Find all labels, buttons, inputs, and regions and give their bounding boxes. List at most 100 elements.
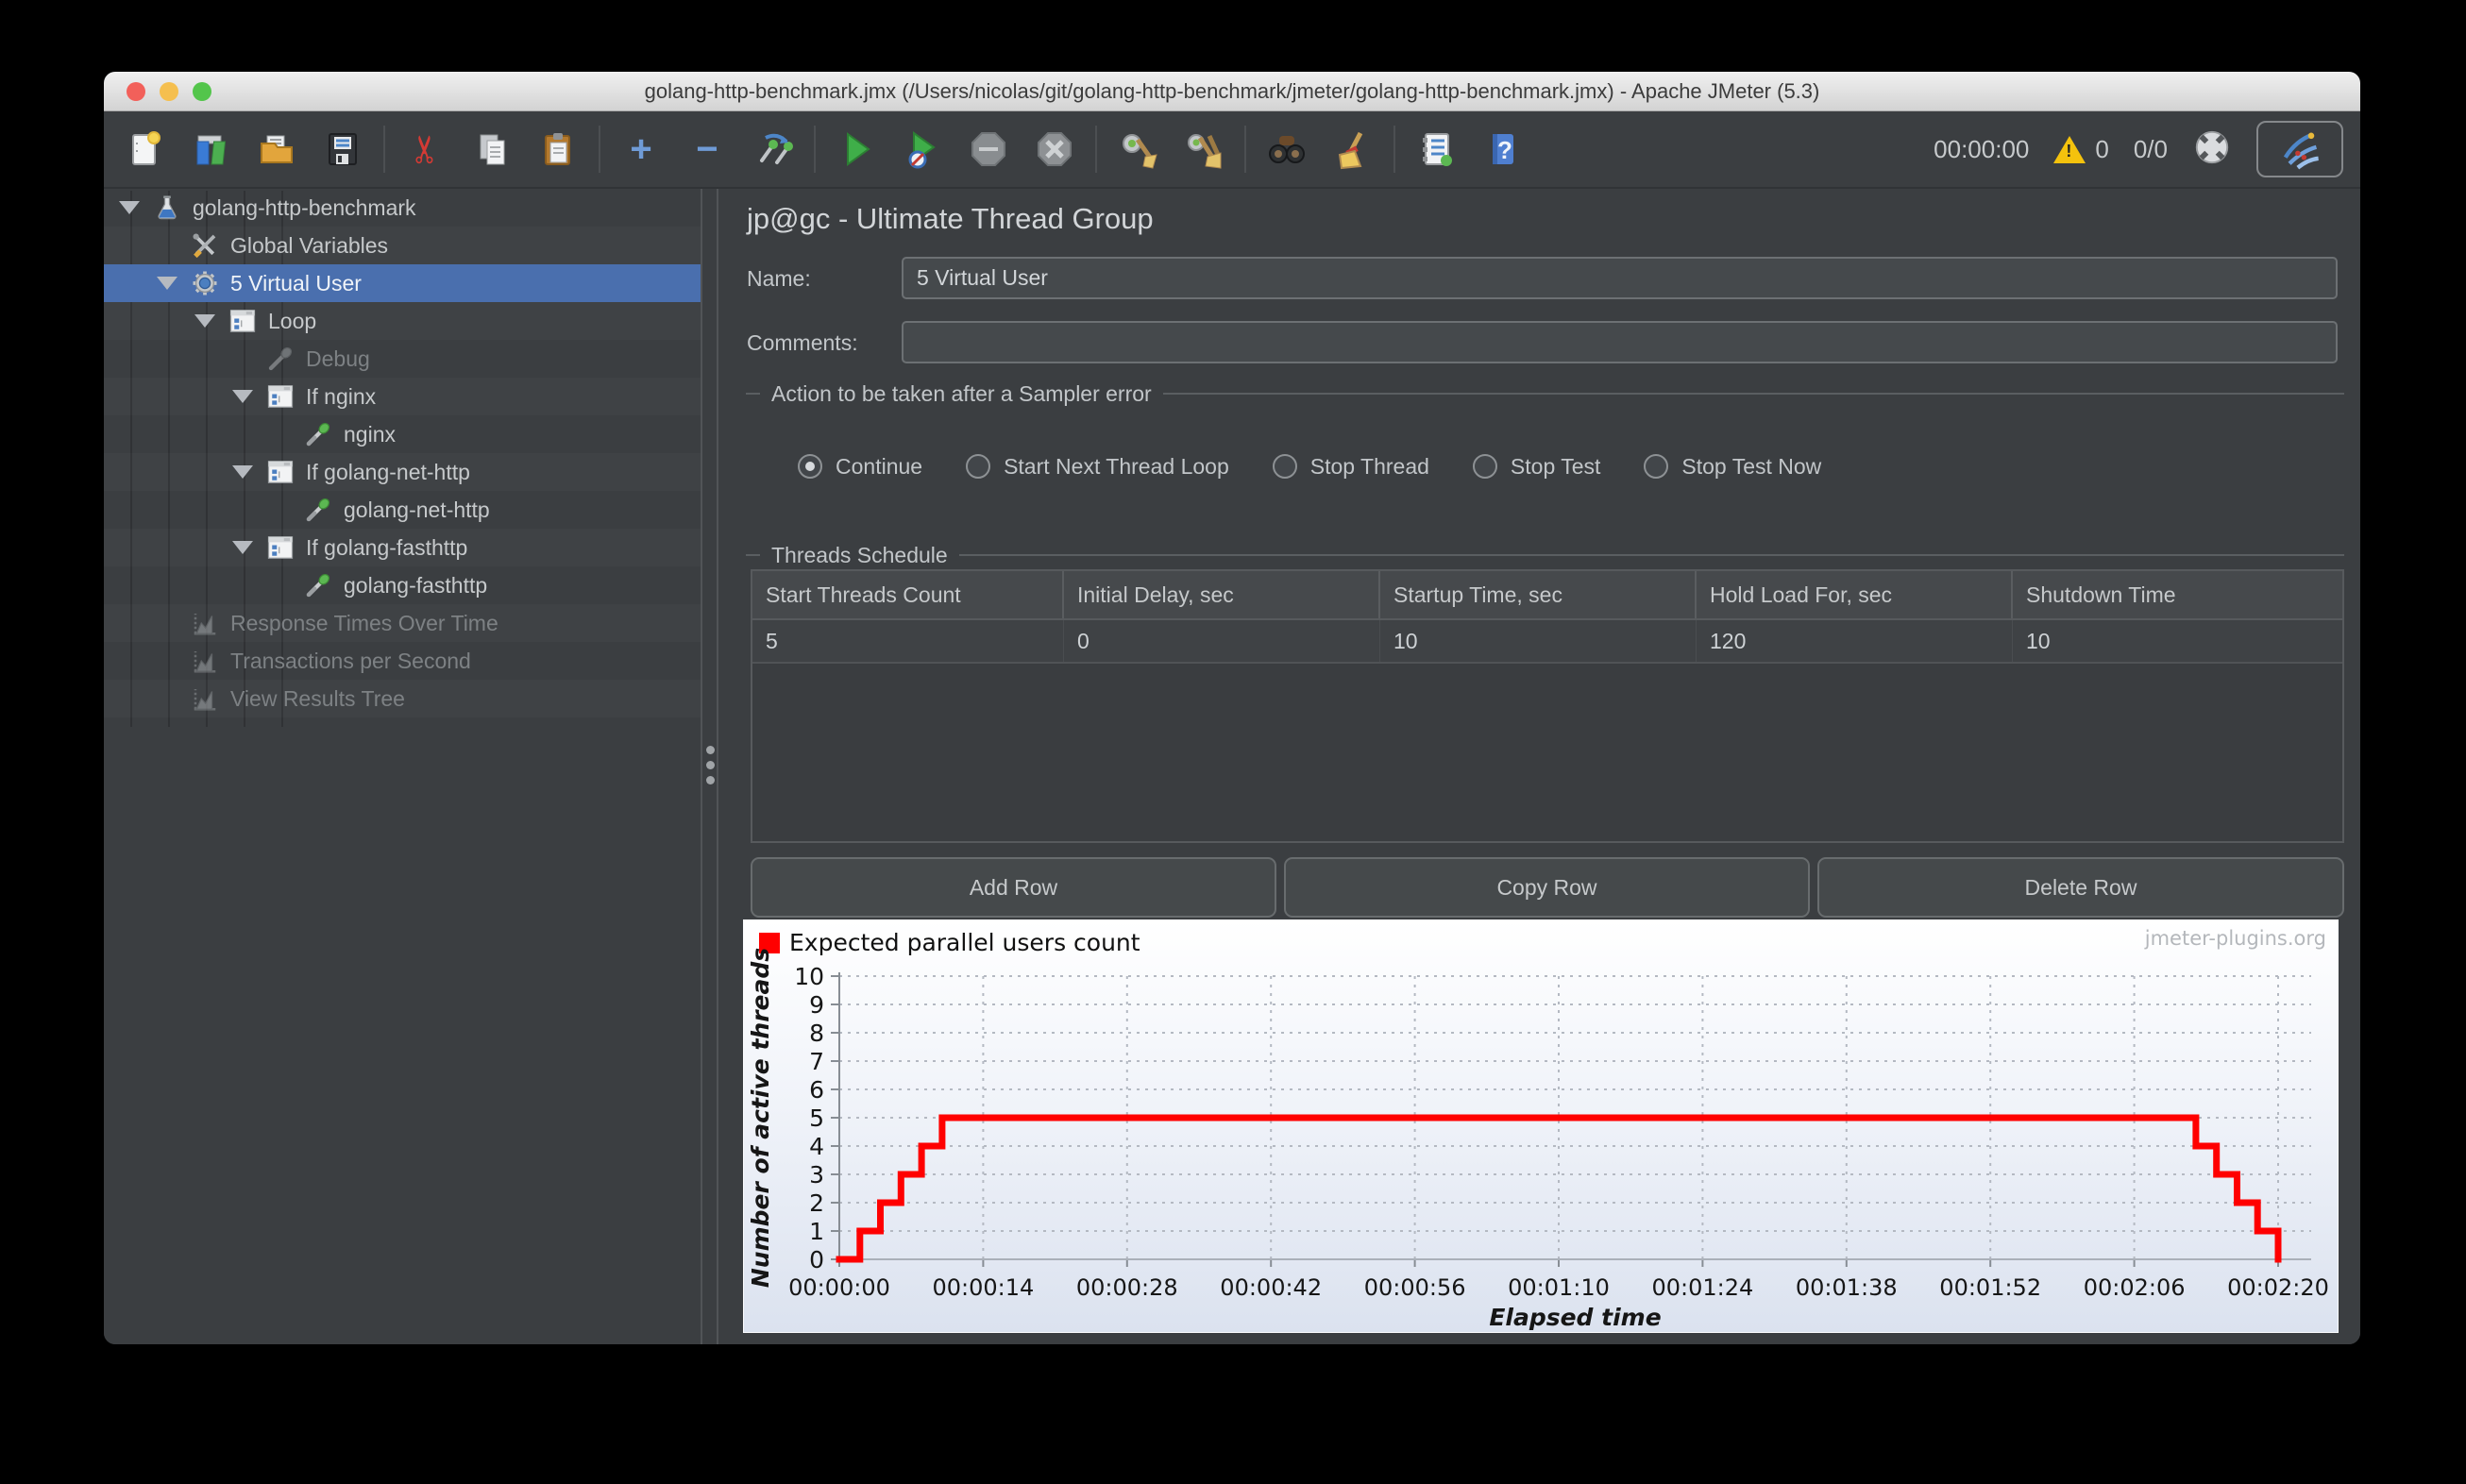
x-tick-label: 00:02:20	[2227, 1274, 2329, 1301]
tree-item-nginx[interactable]: nginx	[104, 415, 701, 453]
active-threads-count: 0/0	[2133, 134, 2168, 163]
radio-icon[interactable]	[1644, 454, 1669, 479]
expander-down-icon[interactable]	[232, 465, 253, 479]
test-plan-flask-icon	[153, 194, 181, 222]
toolbar-separator	[1244, 126, 1246, 173]
expander-down-icon[interactable]	[119, 201, 140, 214]
tree-item-label: 5 Virtual User	[230, 270, 362, 295]
splitter-handle-icon[interactable]	[706, 746, 715, 784]
tree-item-global-variables[interactable]: Global Variables	[104, 227, 701, 264]
open-file-icon[interactable]	[255, 127, 298, 171]
table-header-row: Start Threads Count Initial Delay, sec Sta…	[752, 571, 2342, 620]
save-icon[interactable]	[321, 127, 364, 171]
remove-icon[interactable]: −	[685, 127, 729, 171]
table-cell[interactable]: 5	[752, 620, 1064, 662]
expander-down-icon[interactable]	[232, 390, 253, 403]
chart-listener-icon	[191, 684, 219, 713]
x-tick-label: 00:01:24	[1652, 1274, 1754, 1301]
toolbar-separator	[1393, 126, 1395, 173]
radio-icon[interactable]	[1472, 454, 1497, 479]
y-tick-label: 3	[809, 1161, 824, 1189]
column-header-hold-load-for-sec[interactable]: Hold Load For, sec	[1697, 571, 2013, 618]
clear-icon[interactable]	[1116, 127, 1159, 171]
tree-item-label: golang-fasthttp	[344, 572, 488, 598]
tree-item-golang-http-benchmark[interactable]: golang-http-benchmark	[104, 189, 701, 227]
tree-item-golang-fasthttp[interactable]: golang-fasthttp	[104, 566, 701, 604]
tree-item-debug[interactable]: Debug	[104, 340, 701, 378]
expander-down-icon[interactable]	[194, 314, 215, 328]
start-no-timers-icon[interactable]	[901, 127, 944, 171]
controller-icon	[266, 458, 295, 486]
copy-icon[interactable]	[470, 127, 514, 171]
toolbar-status-area: 00:00:00 ! 0 0/0	[1934, 121, 2360, 177]
warning-count: 0	[2095, 134, 2109, 163]
tree-item-if-golang-fasthttp[interactable]: If golang-fasthttp	[104, 529, 701, 566]
column-header-shutdown-time[interactable]: Shutdown Time	[2013, 571, 2342, 618]
copy-row-button[interactable]: Copy Row	[1284, 857, 1810, 918]
radio-label: Start Next Thread Loop	[1004, 453, 1229, 479]
title-bar[interactable]: golang-http-benchmark.jmx (/Users/nicola…	[104, 72, 2360, 111]
comments-input[interactable]	[902, 321, 2338, 363]
tree-item-label: Response Times Over Time	[230, 610, 498, 635]
function-helper-icon[interactable]	[1414, 127, 1458, 171]
radio-continue[interactable]: Continue	[798, 454, 922, 480]
new-file-icon[interactable]	[123, 127, 166, 171]
start-icon[interactable]	[835, 127, 878, 171]
table-cell[interactable]: 120	[1697, 620, 2013, 662]
search-icon[interactable]	[1265, 127, 1309, 171]
templates-icon[interactable]	[189, 127, 232, 171]
clear-all-icon[interactable]	[1182, 127, 1225, 171]
expander-down-icon[interactable]	[157, 277, 177, 290]
expander-down-icon[interactable]	[232, 541, 253, 554]
x-tick-label: 00:01:52	[1939, 1274, 2041, 1301]
dropper-icon	[304, 571, 332, 599]
stop-icon[interactable]	[967, 127, 1010, 171]
table-cell[interactable]: 0	[1064, 620, 1380, 662]
desktop: golang-http-benchmark.jmx (/Users/nicola…	[0, 0, 2466, 1484]
tree-item-if-golang-net-http[interactable]: If golang-net-http	[104, 453, 701, 491]
column-header-startup-time-sec[interactable]: Startup Time, sec	[1380, 571, 1697, 618]
tree-item-transactions-per-second[interactable]: Transactions per Second	[104, 642, 701, 680]
tree-item-if-nginx[interactable]: If nginx	[104, 378, 701, 415]
help-icon[interactable]: ?	[1480, 127, 1524, 171]
radio-icon[interactable]	[1272, 454, 1297, 479]
tree-item-response-times-over-time[interactable]: Response Times Over Time	[104, 604, 701, 642]
radio-selected-icon[interactable]	[798, 454, 822, 479]
jmeter-mascot-button[interactable]	[2256, 121, 2343, 177]
radio-stop-test[interactable]: Stop Test	[1472, 454, 1600, 480]
radio-icon[interactable]	[966, 454, 991, 479]
add-icon[interactable]: +	[619, 127, 663, 171]
y-tick-label: 8	[809, 1020, 824, 1047]
clear-search-icon[interactable]	[1331, 127, 1375, 171]
cut-icon[interactable]: ✂	[404, 127, 448, 171]
panel-splitter[interactable]	[701, 189, 718, 1344]
add-row-button[interactable]: Add Row	[751, 857, 1276, 918]
svg-text:?: ?	[1497, 136, 1512, 164]
delete-row-button[interactable]: Delete Row	[1817, 857, 2344, 918]
paste-icon[interactable]	[536, 127, 580, 171]
y-tick-label: 0	[809, 1246, 824, 1273]
x-tick-label: 00:00:56	[1364, 1274, 1466, 1301]
radio-stop-test-now[interactable]: Stop Test Now	[1644, 454, 1821, 480]
tree-item-view-results-tree[interactable]: View Results Tree	[104, 680, 701, 717]
table-row[interactable]: 5 0 10 120 10	[752, 620, 2342, 664]
column-header-start-threads-count[interactable]: Start Threads Count	[752, 571, 1064, 618]
table-cell[interactable]: 10	[2013, 620, 2342, 662]
radio-label: Stop Thread	[1309, 453, 1429, 479]
tree-item-golang-net-http[interactable]: golang-net-http	[104, 491, 701, 529]
tree-item-5-virtual-user[interactable]: 5 Virtual User	[104, 264, 701, 302]
y-tick-label: 5	[809, 1105, 824, 1132]
y-tick-label: 9	[809, 991, 824, 1019]
radio-stop-thread[interactable]: Stop Thread	[1272, 453, 1429, 480]
log-warnings[interactable]: ! 0	[2053, 134, 2109, 164]
threads-schedule-table[interactable]: Start Threads Count Initial Delay, sec Sta…	[751, 569, 2344, 843]
table-cell[interactable]: 10	[1380, 620, 1697, 662]
toggle-icon[interactable]	[752, 127, 795, 171]
column-header-initial-delay-sec[interactable]: Initial Delay, sec	[1064, 571, 1380, 618]
tree-item-label: Transactions per Second	[230, 648, 471, 673]
tree-item-loop[interactable]: Loop	[104, 302, 701, 340]
name-input[interactable]	[902, 257, 2338, 299]
shutdown-icon[interactable]	[1033, 127, 1076, 171]
tree-item-label: If golang-fasthttp	[306, 534, 468, 560]
radio-start-next-thread-loop[interactable]: Start Next Thread Loop	[966, 454, 1229, 480]
